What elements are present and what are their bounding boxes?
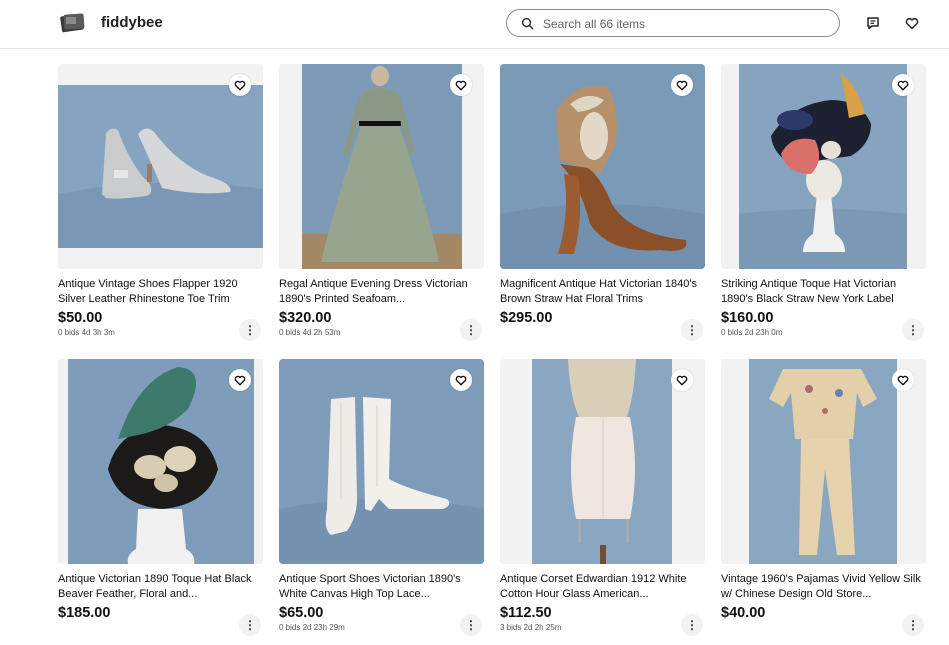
listing-image[interactable] <box>58 64 263 269</box>
search-input[interactable] <box>541 13 825 35</box>
heart-icon <box>897 80 909 90</box>
store-name[interactable]: fiddybee <box>101 14 163 31</box>
more-vertical-icon: ⋮ <box>907 618 919 632</box>
listing-image[interactable] <box>279 64 484 269</box>
more-options-button[interactable]: ⋮ <box>902 319 924 341</box>
heart-icon <box>897 375 909 385</box>
heart-icon <box>676 375 688 385</box>
search-box[interactable] <box>506 9 840 37</box>
listing-bids: 0 bids 2d 23h 0m <box>721 328 783 337</box>
follow-heart-button[interactable] <box>901 12 923 34</box>
listing-title[interactable]: Antique Victorian 1890 Toque Hat Black B… <box>58 572 263 602</box>
favorite-button[interactable] <box>892 369 914 391</box>
favorite-button[interactable] <box>671 369 693 391</box>
listing-price: $185.00 <box>58 605 111 621</box>
listing-bids: 3 bids 2d 2h 25m <box>500 623 562 632</box>
listing-image[interactable] <box>279 359 484 564</box>
more-vertical-icon: ⋮ <box>686 618 698 632</box>
more-options-button[interactable]: ⋮ <box>902 614 924 636</box>
heart-icon <box>234 375 246 385</box>
more-vertical-icon: ⋮ <box>686 323 698 337</box>
listing-price: $50.00 <box>58 310 103 326</box>
feather-toque-photo <box>58 359 263 564</box>
more-vertical-icon: ⋮ <box>465 618 477 632</box>
listing-bids: 0 bids 2d 23h 29m <box>279 623 345 632</box>
more-vertical-icon: ⋮ <box>244 323 256 337</box>
listing-title[interactable]: Antique Vintage Shoes Flapper 1920 Silve… <box>58 277 263 307</box>
listing-image[interactable] <box>500 359 705 564</box>
listing-bids: 0 bids 4d 2h 53m <box>279 328 341 337</box>
listing-card[interactable]: Striking Antique Toque Hat Victorian 189… <box>721 64 926 341</box>
favorite-button[interactable] <box>671 74 693 96</box>
listing-title[interactable]: Striking Antique Toque Hat Victorian 189… <box>721 277 926 307</box>
listing-title[interactable]: Antique Sport Shoes Victorian 1890's Whi… <box>279 572 484 602</box>
listing-card[interactable]: Antique Corset Edwardian 1912 White Cott… <box>500 359 705 636</box>
listing-price: $40.00 <box>721 605 766 621</box>
listing-price: $295.00 <box>500 310 553 326</box>
listing-price: $112.50 <box>500 605 552 621</box>
listing-title[interactable]: Magnificent Antique Hat Victorian 1840's… <box>500 277 705 307</box>
corset-photo <box>500 359 705 564</box>
more-vertical-icon: ⋮ <box>244 618 256 632</box>
listing-card[interactable]: Antique Sport Shoes Victorian 1890's Whi… <box>279 359 484 636</box>
favorite-button[interactable] <box>450 74 472 96</box>
favorite-button[interactable] <box>229 369 251 391</box>
message-button[interactable] <box>862 12 884 34</box>
more-vertical-icon: ⋮ <box>465 323 477 337</box>
listing-card[interactable]: Vintage 1960's Pajamas Vivid Yellow Silk… <box>721 359 926 636</box>
listing-card[interactable]: Magnificent Antique Hat Victorian 1840's… <box>500 64 705 341</box>
heart-icon <box>234 80 246 90</box>
listing-card[interactable]: Antique Victorian 1890 Toque Hat Black B… <box>58 359 263 636</box>
header: fiddybee <box>0 0 949 49</box>
listing-image[interactable] <box>721 64 926 269</box>
heart-icon <box>455 80 467 90</box>
store-logo-icon[interactable] <box>60 11 86 33</box>
more-options-button[interactable]: ⋮ <box>460 614 482 636</box>
listing-bids: 0 bids 4d 3h 3m <box>58 328 115 337</box>
favorite-button[interactable] <box>892 74 914 96</box>
more-options-button[interactable]: ⋮ <box>681 319 703 341</box>
more-options-button[interactable]: ⋮ <box>239 614 261 636</box>
listing-price: $160.00 <box>721 310 774 326</box>
favorite-button[interactable] <box>229 74 251 96</box>
silver-shoes-photo <box>58 64 263 269</box>
evening-dress-photo <box>279 64 484 269</box>
listing-image[interactable] <box>721 359 926 564</box>
straw-hat-photo <box>500 64 705 269</box>
toque-hat-photo <box>721 64 926 269</box>
pajamas-photo <box>721 359 926 564</box>
favorite-button[interactable] <box>450 369 472 391</box>
message-icon <box>867 17 879 30</box>
listing-price: $320.00 <box>279 310 332 326</box>
listing-price: $65.00 <box>279 605 324 621</box>
heart-icon <box>676 80 688 90</box>
white-boots-photo <box>279 359 484 564</box>
search-icon <box>521 17 534 30</box>
heart-icon <box>905 17 919 29</box>
more-options-button[interactable]: ⋮ <box>239 319 261 341</box>
listing-image[interactable] <box>58 359 263 564</box>
listing-title[interactable]: Regal Antique Evening Dress Victorian 18… <box>279 277 484 307</box>
listing-card[interactable]: Regal Antique Evening Dress Victorian 18… <box>279 64 484 341</box>
listing-title[interactable]: Vintage 1960's Pajamas Vivid Yellow Silk… <box>721 572 926 602</box>
listing-card[interactable]: Antique Vintage Shoes Flapper 1920 Silve… <box>58 64 263 341</box>
more-options-button[interactable]: ⋮ <box>460 319 482 341</box>
more-options-button[interactable]: ⋮ <box>681 614 703 636</box>
more-vertical-icon: ⋮ <box>907 323 919 337</box>
heart-icon <box>455 375 467 385</box>
listing-grid: Antique Vintage Shoes Flapper 1920 Silve… <box>58 64 928 636</box>
listing-image[interactable] <box>500 64 705 269</box>
listing-title[interactable]: Antique Corset Edwardian 1912 White Cott… <box>500 572 705 602</box>
